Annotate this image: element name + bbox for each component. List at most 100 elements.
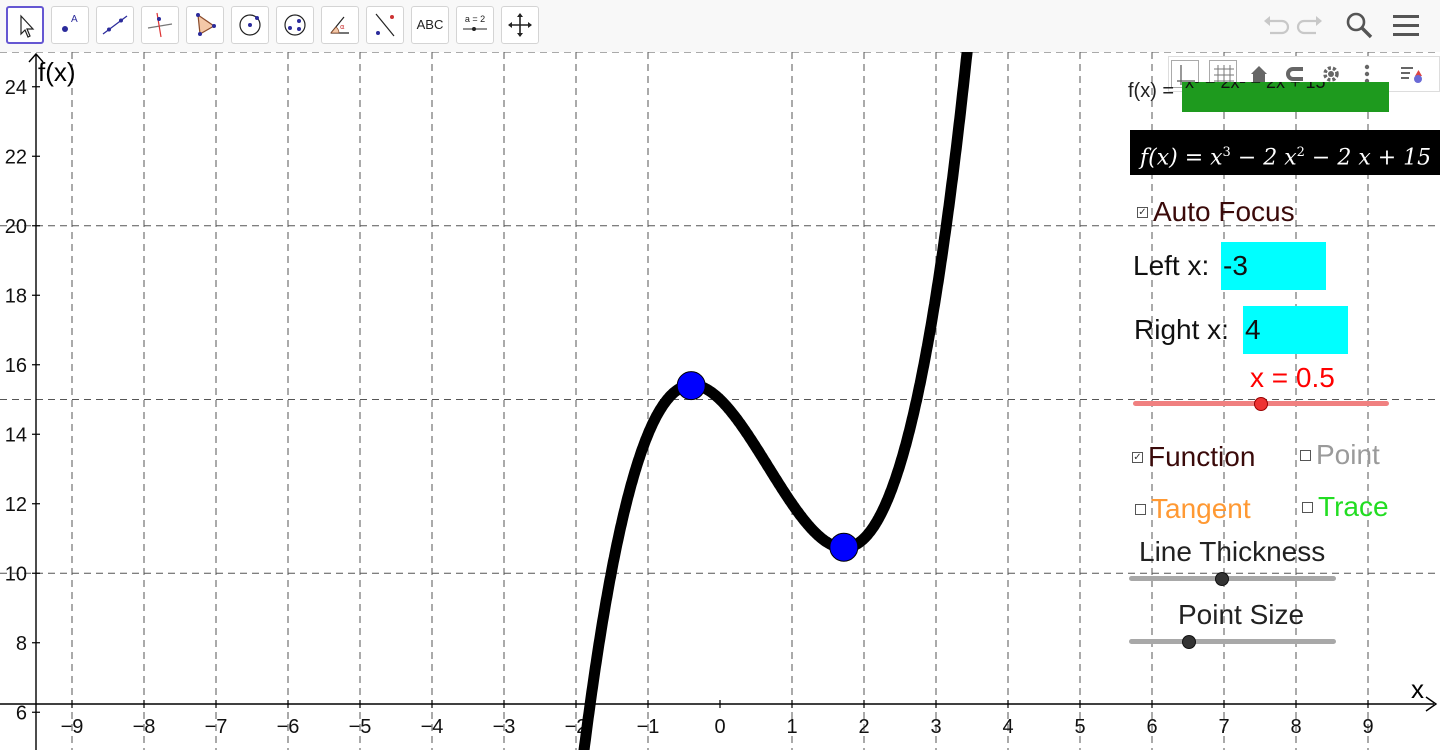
cursor-arrow-icon — [20, 14, 35, 38]
point-tool-button[interactable]: A — [51, 6, 89, 44]
trace-check-icon — [1302, 501, 1313, 513]
formula-part-2: − 2 x — [1230, 145, 1297, 171]
x-tick-label: 1 — [786, 716, 797, 738]
auto-focus-label: Auto Focus — [1153, 196, 1295, 227]
conic-icon — [284, 14, 306, 36]
polygon-tool-button[interactable] — [186, 6, 224, 44]
point-size-track[interactable] — [1129, 639, 1336, 644]
circle-icon — [239, 14, 261, 36]
x-tick-label: 2 — [858, 716, 869, 738]
point-check-icon — [1300, 449, 1311, 461]
function-checkbox[interactable]: ✓ Function — [1132, 441, 1255, 473]
extremum-point[interactable] — [829, 532, 859, 562]
line-tool-button[interactable] — [96, 6, 134, 44]
y-tick-label: 22 — [5, 146, 27, 168]
y-tick-label: 8 — [16, 633, 27, 655]
line-thickness-track[interactable] — [1129, 576, 1336, 581]
function-input-box[interactable]: x³ − 2x² − 2x + 15 — [1182, 82, 1389, 112]
tangent-check-icon — [1135, 503, 1146, 515]
function-formula-display: f(x) = x3 − 2 x2 − 2 x + 15 — [1130, 130, 1440, 175]
point-size-label: Point Size — [1178, 599, 1305, 630]
y-tick-label: 12 — [5, 494, 27, 516]
text-tool-label: ABC — [416, 17, 444, 32]
trace-checkbox[interactable]: Trace — [1302, 491, 1389, 523]
x-tick-label: 8 — [1290, 716, 1301, 738]
undo-button[interactable] — [1258, 8, 1292, 42]
x-tick-label: −5 — [349, 716, 372, 738]
left-x-input[interactable]: -3 — [1221, 242, 1326, 290]
x-axis-label: x — [1411, 674, 1424, 704]
text-tool-button[interactable]: ABC — [411, 6, 449, 44]
polygon-icon — [196, 13, 216, 36]
x-tick-label: −7 — [205, 716, 228, 738]
menu-button[interactable] — [1389, 8, 1423, 42]
x-tick-label: −8 — [133, 716, 156, 738]
formula-part-3: − 2 x + 15 — [1304, 145, 1432, 171]
toolbar: A α ABC a = 2 — [0, 0, 1440, 52]
search-icon — [1346, 12, 1373, 39]
point-size-handle[interactable] — [1182, 635, 1197, 649]
style-bar-toggle-button[interactable] — [1397, 60, 1425, 88]
y-tick-label: 24 — [5, 77, 27, 99]
angle-tool-button[interactable]: α — [321, 6, 359, 44]
x-tick-label: 5 — [1074, 716, 1085, 738]
x-tick-label: −6 — [277, 716, 300, 738]
left-x-label: Left x: — [1133, 250, 1210, 281]
right-x-label: Right x: — [1134, 314, 1229, 345]
perpendicular-line-icon — [147, 12, 173, 38]
auto-focus-checkbox[interactable]: ✓ Auto Focus — [1137, 196, 1295, 228]
line-thickness-label: Line Thickness — [1139, 536, 1326, 567]
undo-icon — [1264, 16, 1290, 35]
x-tick-label: −3 — [493, 716, 516, 738]
extremum-point[interactable] — [676, 371, 706, 401]
formula-exponent-3: 3 — [1222, 145, 1231, 160]
circle-tool-button[interactable] — [231, 6, 269, 44]
y-tick-label: 18 — [5, 285, 27, 307]
x-tick-label: 3 — [930, 716, 941, 738]
redo-icon — [1296, 16, 1322, 35]
trace-checkbox-label: Trace — [1318, 491, 1389, 522]
point-checkbox-label: Point — [1316, 439, 1380, 470]
y-tick-label: 20 — [5, 216, 27, 238]
y-tick-label: 16 — [5, 355, 27, 377]
x-tick-label: 4 — [1002, 716, 1013, 738]
move-arrows-icon — [508, 13, 532, 37]
reflect-tool-button[interactable] — [366, 6, 404, 44]
search-button[interactable] — [1342, 8, 1376, 42]
style-bar-icon — [1401, 67, 1422, 83]
formula-exponent-2: 2 — [1296, 145, 1305, 160]
right-x-input[interactable]: 4 — [1243, 306, 1348, 354]
point-icon: A — [62, 14, 78, 32]
svg-text:A: A — [71, 14, 78, 25]
point-checkbox[interactable]: Point — [1300, 439, 1380, 471]
tangent-checkbox-label: Tangent — [1151, 493, 1251, 524]
formula-part-1: f(x) = x — [1140, 145, 1223, 171]
function-checkbox-label: Function — [1148, 441, 1256, 472]
x-slider-handle[interactable] — [1254, 397, 1268, 411]
x-tick-label: 7 — [1218, 716, 1229, 738]
slider-tool-button[interactable]: a = 2 — [456, 6, 494, 44]
perpendicular-line-tool-button[interactable] — [141, 6, 179, 44]
x-tick-label: −1 — [637, 716, 660, 738]
move-tool-button[interactable] — [6, 6, 44, 44]
reflect-icon — [375, 13, 395, 37]
move-graphics-view-tool-button[interactable] — [501, 6, 539, 44]
conic-tool-button[interactable] — [276, 6, 314, 44]
menu-icon — [1393, 15, 1419, 36]
function-input-text: x³ − 2x² − 2x + 15 — [1185, 82, 1326, 92]
y-tick-label: 10 — [5, 563, 27, 585]
x-tick-label: 6 — [1146, 716, 1157, 738]
redo-button[interactable] — [1294, 8, 1328, 42]
x-tick-label: 9 — [1362, 716, 1373, 738]
y-tick-label: 6 — [16, 702, 27, 724]
function-curve[interactable] — [578, 52, 973, 750]
svg-text:α: α — [340, 23, 345, 31]
function-input-label: f(x) = — [1128, 80, 1175, 102]
function-check-icon: ✓ — [1132, 451, 1143, 463]
x-tick-label: −4 — [421, 716, 444, 738]
y-axis-label: f(x) — [38, 57, 76, 87]
y-tick-label: 14 — [5, 424, 27, 446]
x-slider-label: x = 0.5 — [1250, 362, 1335, 393]
slider-icon: a = 2 — [463, 14, 487, 31]
tangent-checkbox[interactable]: Tangent — [1135, 493, 1251, 525]
